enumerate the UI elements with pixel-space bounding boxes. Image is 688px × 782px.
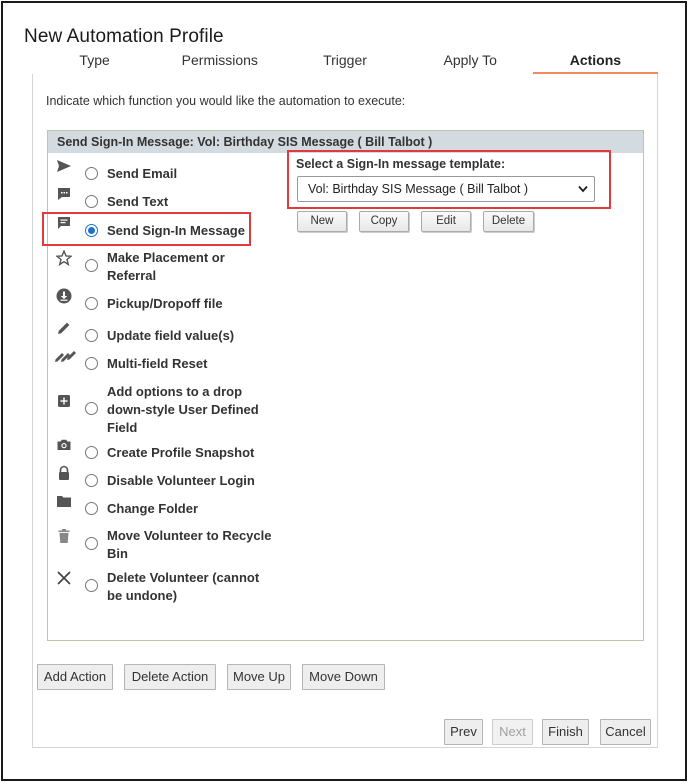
plus-box-icon xyxy=(56,393,72,409)
option-label: Make Placement or Referral xyxy=(107,250,225,283)
tab-trigger[interactable]: Trigger xyxy=(282,48,407,74)
radio-send-email[interactable] xyxy=(85,167,98,180)
download-icon xyxy=(56,288,72,304)
page-title: New Automation Profile xyxy=(24,26,224,47)
move-up-button[interactable]: Move Up xyxy=(227,664,291,690)
star-icon xyxy=(56,250,72,266)
template-select-label: Select a Sign-In message template: xyxy=(296,157,506,171)
prev-button[interactable]: Prev xyxy=(444,719,483,745)
x-icon xyxy=(56,570,72,586)
finish-button[interactable]: Finish xyxy=(542,719,589,745)
radio-change-folder[interactable] xyxy=(85,502,98,515)
radio-make-placement[interactable] xyxy=(85,259,98,272)
radio-disable-login[interactable] xyxy=(85,474,98,487)
option-label: Send Sign-In Message xyxy=(107,223,245,238)
option-label: Pickup/Dropoff file xyxy=(107,296,223,311)
edit-template-button[interactable]: Edit xyxy=(421,211,471,232)
panel-header: Send Sign-In Message: Vol: Birthday SIS … xyxy=(48,131,643,153)
folder-icon xyxy=(56,493,72,509)
tab-permissions[interactable]: Permissions xyxy=(157,48,282,74)
copy-template-button[interactable]: Copy xyxy=(359,211,409,232)
radio-send-sign-in-message[interactable] xyxy=(85,224,98,237)
option-label: Multi-field Reset xyxy=(107,356,208,371)
radio-send-text[interactable] xyxy=(85,195,98,208)
option-label: Move Volunteer to Recycle Bin xyxy=(107,528,272,561)
option-label: Add options to a drop down-style User De… xyxy=(107,384,259,435)
instruction-text: Indicate which function you would like t… xyxy=(46,94,406,108)
tab-apply-to[interactable]: Apply To xyxy=(408,48,533,74)
option-label: Disable Volunteer Login xyxy=(107,473,255,488)
message-icon xyxy=(56,215,72,231)
tab-bar: Type Permissions Trigger Apply To Action… xyxy=(32,48,659,74)
send-icon xyxy=(56,158,72,174)
template-select-value: Vol: Birthday SIS Message ( Bill Talbot … xyxy=(308,182,529,196)
option-label: Delete Volunteer (cannot be undone) xyxy=(107,570,260,603)
option-label: Change Folder xyxy=(107,501,199,516)
template-select[interactable]: Vol: Birthday SIS Message ( Bill Talbot … xyxy=(297,176,595,202)
action-panel: Send Sign-In Message: Vol: Birthday SIS … xyxy=(47,130,644,641)
tab-actions[interactable]: Actions xyxy=(532,48,659,74)
pencil-icon xyxy=(56,320,72,336)
radio-move-recycle-bin[interactable] xyxy=(85,537,98,550)
radio-pickup-dropoff[interactable] xyxy=(85,297,98,310)
delete-template-button[interactable]: Delete xyxy=(483,211,534,232)
chevron-down-icon xyxy=(578,185,588,193)
option-label: Send Text xyxy=(107,194,169,209)
radio-create-snapshot[interactable] xyxy=(85,446,98,459)
chat-icon xyxy=(56,186,72,202)
new-template-button[interactable]: New xyxy=(297,211,347,232)
radio-delete-volunteer[interactable] xyxy=(85,579,98,592)
option-label: Send Email xyxy=(107,166,178,181)
add-action-button[interactable]: Add Action xyxy=(37,664,113,690)
option-label: Create Profile Snapshot xyxy=(107,445,255,460)
delete-action-button[interactable]: Delete Action xyxy=(124,664,216,690)
radio-multi-field-reset[interactable] xyxy=(85,357,98,370)
tab-type[interactable]: Type xyxy=(32,48,157,74)
lock-icon xyxy=(56,465,72,481)
cancel-button[interactable]: Cancel xyxy=(600,719,651,745)
next-button[interactable]: Next xyxy=(492,719,533,745)
trash-icon xyxy=(56,528,72,544)
radio-add-dropdown-options[interactable] xyxy=(85,402,98,415)
camera-icon xyxy=(56,437,72,453)
radio-update-field[interactable] xyxy=(85,329,98,342)
option-label: Update field value(s) xyxy=(107,328,235,343)
multi-pencil-icon xyxy=(54,348,76,364)
move-down-button[interactable]: Move Down xyxy=(302,664,385,690)
